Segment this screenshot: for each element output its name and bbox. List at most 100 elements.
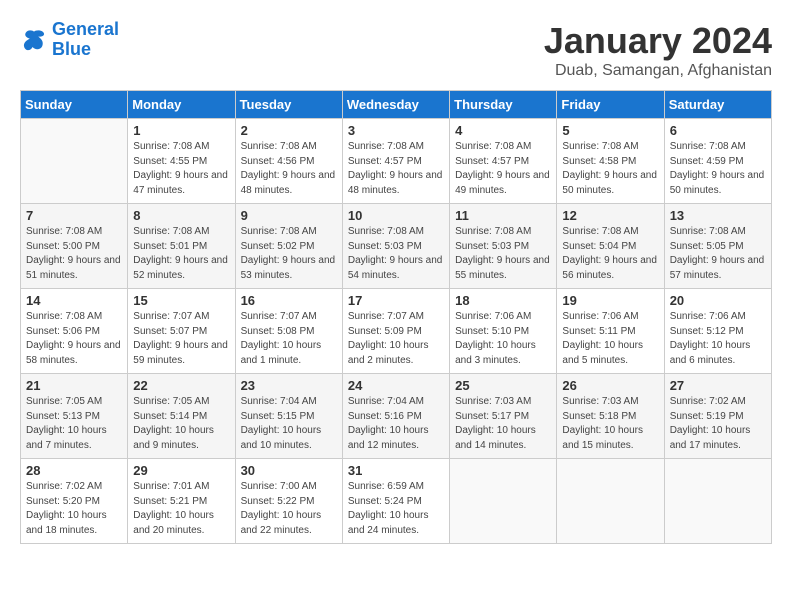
- day-number: 24: [348, 378, 444, 393]
- day-info: Sunrise: 7:06 AM Sunset: 5:11 PM Dayligh…: [562, 310, 658, 368]
- day-info: Sunrise: 7:07 AM Sunset: 5:08 PM Dayligh…: [241, 310, 337, 368]
- day-number: 9: [241, 208, 337, 223]
- day-number: 30: [241, 463, 337, 478]
- day-info: Sunrise: 7:04 AM Sunset: 5:15 PM Dayligh…: [241, 395, 337, 453]
- day-number: 25: [455, 378, 551, 393]
- calendar-cell: 12 Sunrise: 7:08 AM Sunset: 5:04 PM Dayl…: [557, 204, 664, 289]
- weekday-header-row: SundayMondayTuesdayWednesdayThursdayFrid…: [21, 91, 772, 119]
- day-info: Sunrise: 7:08 AM Sunset: 5:04 PM Dayligh…: [562, 225, 658, 283]
- day-number: 12: [562, 208, 658, 223]
- day-number: 4: [455, 123, 551, 138]
- calendar-cell: 19 Sunrise: 7:06 AM Sunset: 5:11 PM Dayl…: [557, 289, 664, 374]
- calendar-cell: 28 Sunrise: 7:02 AM Sunset: 5:20 PM Dayl…: [21, 459, 128, 544]
- week-row-2: 7 Sunrise: 7:08 AM Sunset: 5:00 PM Dayli…: [21, 204, 772, 289]
- calendar-table: SundayMondayTuesdayWednesdayThursdayFrid…: [20, 90, 772, 544]
- day-info: Sunrise: 7:02 AM Sunset: 5:19 PM Dayligh…: [670, 395, 766, 453]
- week-row-5: 28 Sunrise: 7:02 AM Sunset: 5:20 PM Dayl…: [21, 459, 772, 544]
- day-number: 10: [348, 208, 444, 223]
- day-number: 5: [562, 123, 658, 138]
- week-row-4: 21 Sunrise: 7:05 AM Sunset: 5:13 PM Dayl…: [21, 374, 772, 459]
- calendar-cell: 17 Sunrise: 7:07 AM Sunset: 5:09 PM Dayl…: [342, 289, 449, 374]
- day-info: Sunrise: 7:03 AM Sunset: 5:18 PM Dayligh…: [562, 395, 658, 453]
- calendar-cell: 23 Sunrise: 7:04 AM Sunset: 5:15 PM Dayl…: [235, 374, 342, 459]
- day-info: Sunrise: 7:02 AM Sunset: 5:20 PM Dayligh…: [26, 480, 122, 538]
- day-number: 23: [241, 378, 337, 393]
- calendar-cell: 1 Sunrise: 7:08 AM Sunset: 4:55 PM Dayli…: [128, 119, 235, 204]
- day-info: Sunrise: 7:08 AM Sunset: 5:03 PM Dayligh…: [348, 225, 444, 283]
- weekday-header-monday: Monday: [128, 91, 235, 119]
- day-info: Sunrise: 7:08 AM Sunset: 4:57 PM Dayligh…: [455, 140, 551, 198]
- day-number: 17: [348, 293, 444, 308]
- calendar-cell: 8 Sunrise: 7:08 AM Sunset: 5:01 PM Dayli…: [128, 204, 235, 289]
- calendar-cell: 5 Sunrise: 7:08 AM Sunset: 4:58 PM Dayli…: [557, 119, 664, 204]
- calendar-cell: 22 Sunrise: 7:05 AM Sunset: 5:14 PM Dayl…: [128, 374, 235, 459]
- calendar-cell: 29 Sunrise: 7:01 AM Sunset: 5:21 PM Dayl…: [128, 459, 235, 544]
- day-number: 31: [348, 463, 444, 478]
- logo-bird-icon: [20, 26, 48, 54]
- calendar-cell: [450, 459, 557, 544]
- calendar-cell: [21, 119, 128, 204]
- calendar-cell: 21 Sunrise: 7:05 AM Sunset: 5:13 PM Dayl…: [21, 374, 128, 459]
- day-info: Sunrise: 7:03 AM Sunset: 5:17 PM Dayligh…: [455, 395, 551, 453]
- day-number: 29: [133, 463, 229, 478]
- day-number: 8: [133, 208, 229, 223]
- calendar-cell: 25 Sunrise: 7:03 AM Sunset: 5:17 PM Dayl…: [450, 374, 557, 459]
- month-title: January 2024: [544, 20, 772, 62]
- calendar-cell: 24 Sunrise: 7:04 AM Sunset: 5:16 PM Dayl…: [342, 374, 449, 459]
- day-info: Sunrise: 7:05 AM Sunset: 5:13 PM Dayligh…: [26, 395, 122, 453]
- calendar-cell: 4 Sunrise: 7:08 AM Sunset: 4:57 PM Dayli…: [450, 119, 557, 204]
- day-info: Sunrise: 6:59 AM Sunset: 5:24 PM Dayligh…: [348, 480, 444, 538]
- week-row-1: 1 Sunrise: 7:08 AM Sunset: 4:55 PM Dayli…: [21, 119, 772, 204]
- calendar-cell: 14 Sunrise: 7:08 AM Sunset: 5:06 PM Dayl…: [21, 289, 128, 374]
- calendar-cell: [664, 459, 771, 544]
- day-info: Sunrise: 7:06 AM Sunset: 5:12 PM Dayligh…: [670, 310, 766, 368]
- day-info: Sunrise: 7:08 AM Sunset: 5:01 PM Dayligh…: [133, 225, 229, 283]
- day-info: Sunrise: 7:07 AM Sunset: 5:07 PM Dayligh…: [133, 310, 229, 368]
- weekday-header-saturday: Saturday: [664, 91, 771, 119]
- calendar-cell: 20 Sunrise: 7:06 AM Sunset: 5:12 PM Dayl…: [664, 289, 771, 374]
- day-number: 14: [26, 293, 122, 308]
- calendar-cell: 26 Sunrise: 7:03 AM Sunset: 5:18 PM Dayl…: [557, 374, 664, 459]
- week-row-3: 14 Sunrise: 7:08 AM Sunset: 5:06 PM Dayl…: [21, 289, 772, 374]
- calendar-cell: 3 Sunrise: 7:08 AM Sunset: 4:57 PM Dayli…: [342, 119, 449, 204]
- day-number: 22: [133, 378, 229, 393]
- day-info: Sunrise: 7:06 AM Sunset: 5:10 PM Dayligh…: [455, 310, 551, 368]
- day-number: 13: [670, 208, 766, 223]
- day-info: Sunrise: 7:08 AM Sunset: 4:56 PM Dayligh…: [241, 140, 337, 198]
- day-info: Sunrise: 7:08 AM Sunset: 5:00 PM Dayligh…: [26, 225, 122, 283]
- page-header: General Blue January 2024 Duab, Samangan…: [20, 20, 772, 80]
- calendar-cell: 18 Sunrise: 7:06 AM Sunset: 5:10 PM Dayl…: [450, 289, 557, 374]
- calendar-cell: 30 Sunrise: 7:00 AM Sunset: 5:22 PM Dayl…: [235, 459, 342, 544]
- day-info: Sunrise: 7:07 AM Sunset: 5:09 PM Dayligh…: [348, 310, 444, 368]
- day-number: 28: [26, 463, 122, 478]
- calendar-cell: [557, 459, 664, 544]
- day-info: Sunrise: 7:08 AM Sunset: 5:03 PM Dayligh…: [455, 225, 551, 283]
- logo-text: General Blue: [52, 20, 119, 60]
- calendar-cell: 16 Sunrise: 7:07 AM Sunset: 5:08 PM Dayl…: [235, 289, 342, 374]
- location-subtitle: Duab, Samangan, Afghanistan: [544, 62, 772, 80]
- calendar-cell: 13 Sunrise: 7:08 AM Sunset: 5:05 PM Dayl…: [664, 204, 771, 289]
- day-number: 7: [26, 208, 122, 223]
- day-info: Sunrise: 7:08 AM Sunset: 5:02 PM Dayligh…: [241, 225, 337, 283]
- weekday-header-friday: Friday: [557, 91, 664, 119]
- day-number: 11: [455, 208, 551, 223]
- day-number: 15: [133, 293, 229, 308]
- day-number: 1: [133, 123, 229, 138]
- calendar-cell: 11 Sunrise: 7:08 AM Sunset: 5:03 PM Dayl…: [450, 204, 557, 289]
- day-number: 18: [455, 293, 551, 308]
- calendar-cell: 9 Sunrise: 7:08 AM Sunset: 5:02 PM Dayli…: [235, 204, 342, 289]
- calendar-cell: 31 Sunrise: 6:59 AM Sunset: 5:24 PM Dayl…: [342, 459, 449, 544]
- title-section: January 2024 Duab, Samangan, Afghanistan: [544, 20, 772, 80]
- day-number: 21: [26, 378, 122, 393]
- logo: General Blue: [20, 20, 119, 60]
- day-number: 20: [670, 293, 766, 308]
- day-number: 26: [562, 378, 658, 393]
- day-number: 3: [348, 123, 444, 138]
- calendar-cell: 27 Sunrise: 7:02 AM Sunset: 5:19 PM Dayl…: [664, 374, 771, 459]
- day-info: Sunrise: 7:01 AM Sunset: 5:21 PM Dayligh…: [133, 480, 229, 538]
- day-info: Sunrise: 7:08 AM Sunset: 5:05 PM Dayligh…: [670, 225, 766, 283]
- calendar-cell: 15 Sunrise: 7:07 AM Sunset: 5:07 PM Dayl…: [128, 289, 235, 374]
- weekday-header-wednesday: Wednesday: [342, 91, 449, 119]
- day-number: 19: [562, 293, 658, 308]
- day-info: Sunrise: 7:08 AM Sunset: 4:55 PM Dayligh…: [133, 140, 229, 198]
